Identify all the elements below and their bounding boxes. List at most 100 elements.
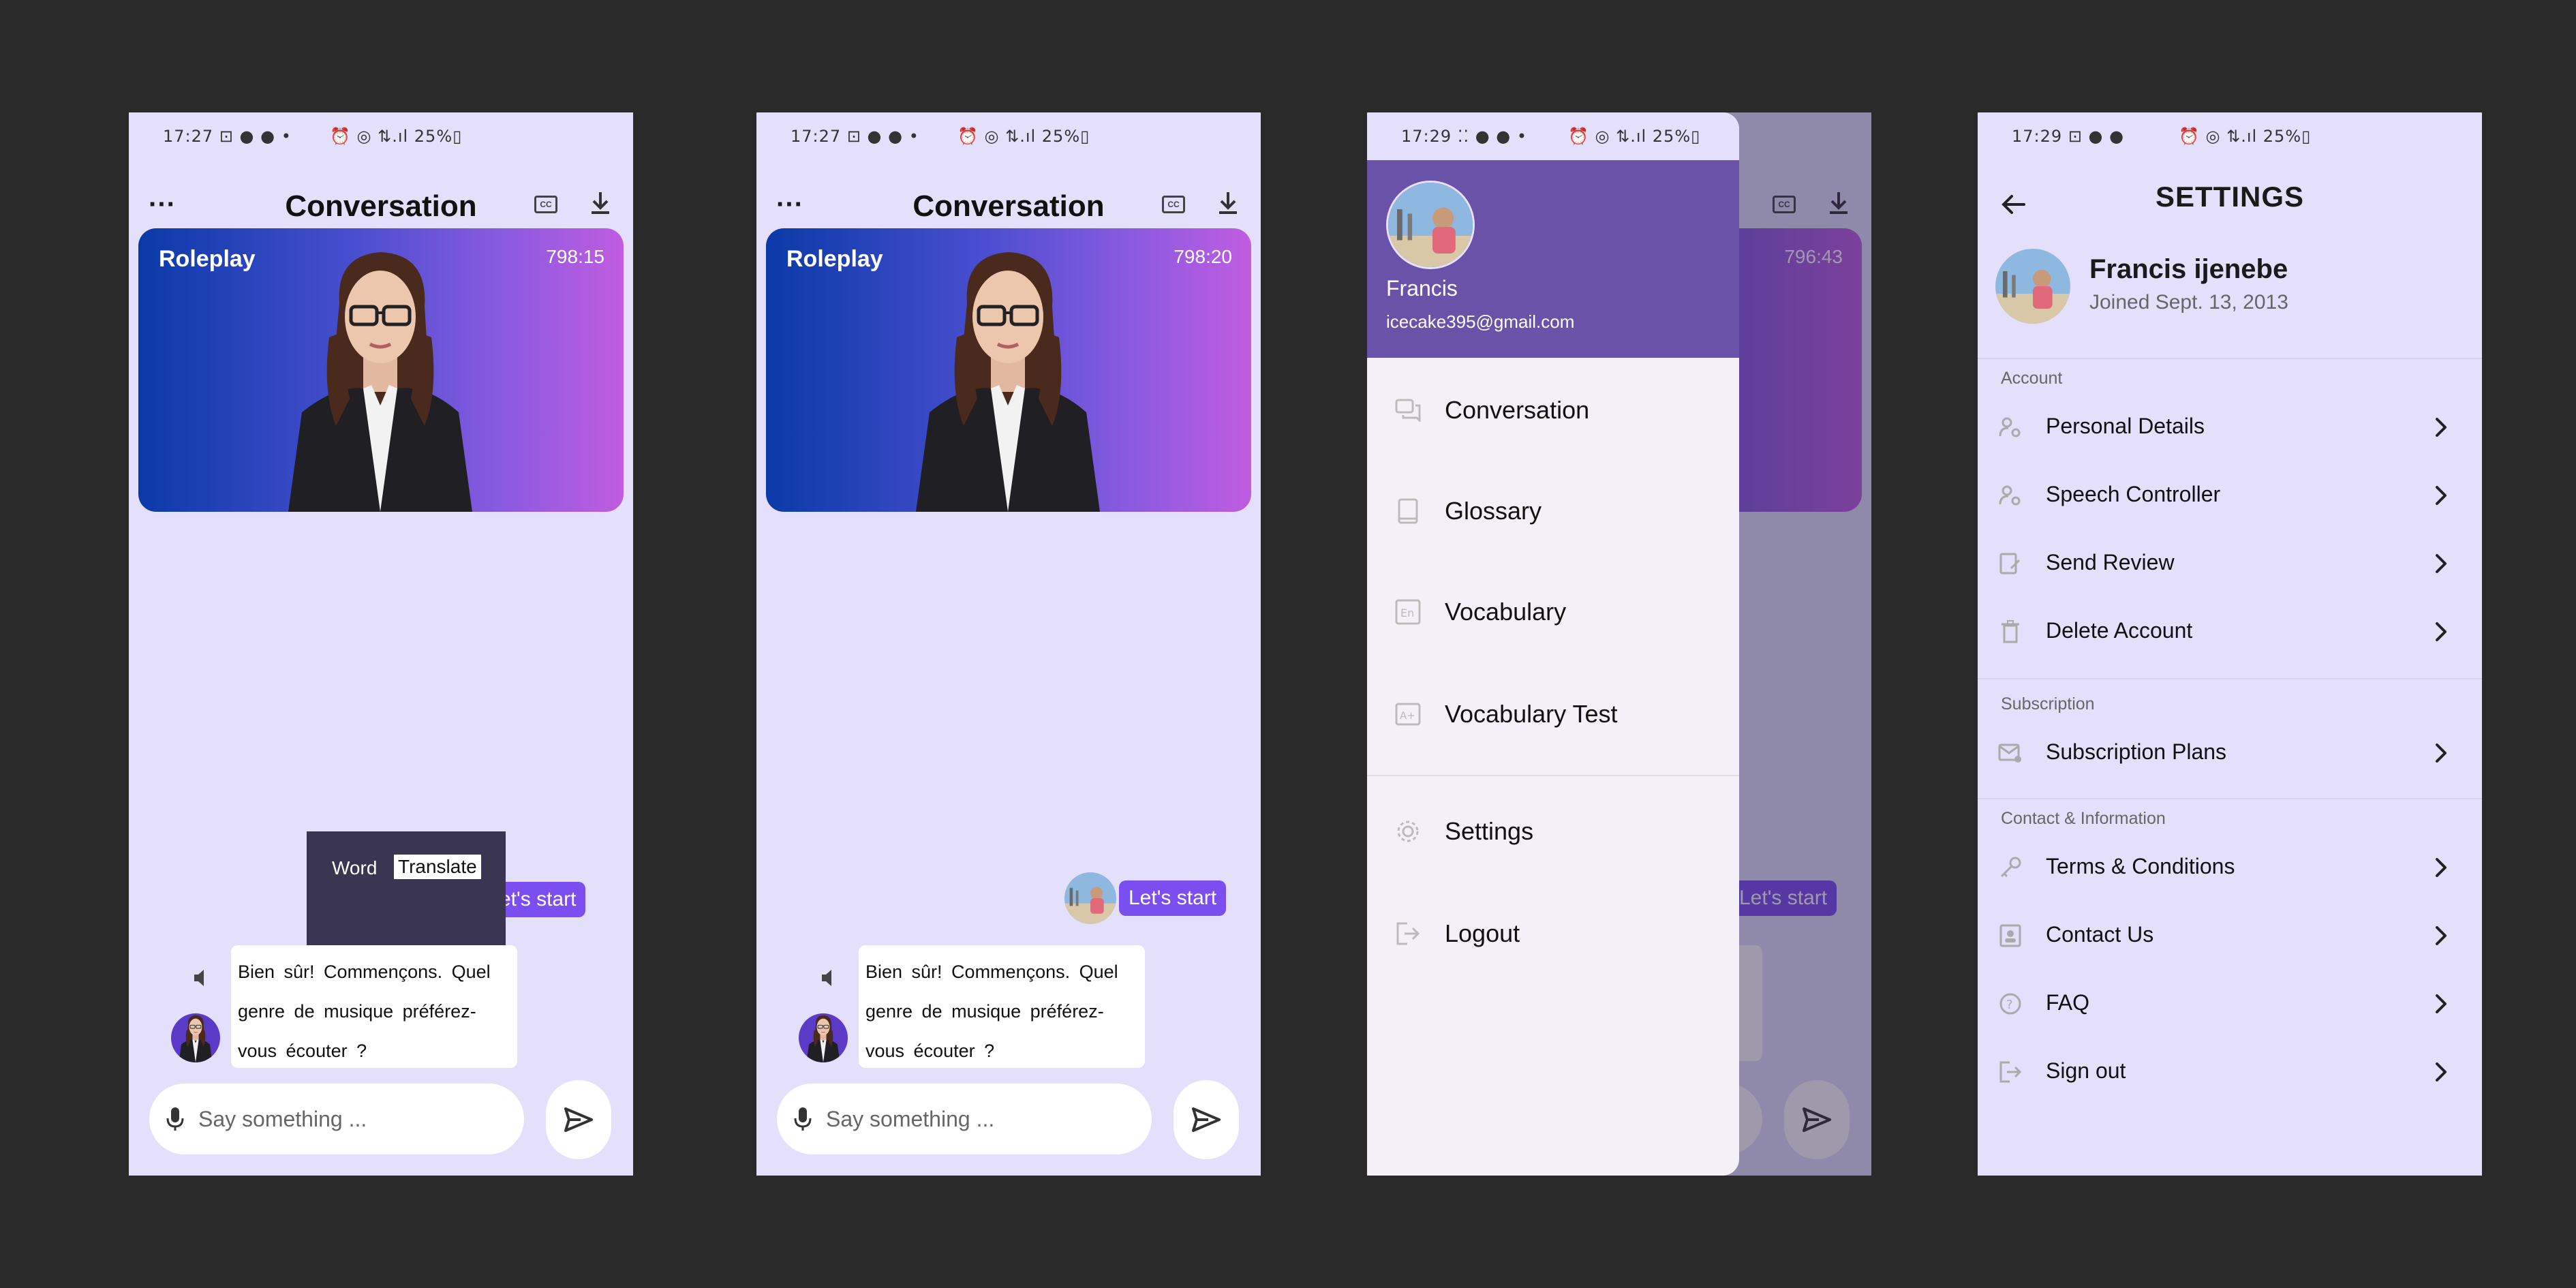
conversation-screen-with-popup: 17:27 ⊡ ● ● • ⏰ ◎ ⇅.ıl 25%▯ ··· Conversa… xyxy=(129,112,633,1176)
message-input[interactable] xyxy=(198,1106,498,1132)
user-avatar xyxy=(1064,872,1116,924)
microphone-icon[interactable] xyxy=(793,1106,812,1132)
status-time: 17:27 xyxy=(791,127,842,146)
message-input[interactable] xyxy=(826,1106,1126,1132)
settings-row-label: Sign out xyxy=(2046,1058,2126,1083)
roleplay-banner[interactable]: Roleplay 798:20 xyxy=(766,228,1251,512)
status-notification-icons: ⊡ ● ● xyxy=(2068,127,2125,146)
chevron-right-icon xyxy=(2427,482,2455,509)
settings-row-label: FAQ xyxy=(2046,990,2090,1015)
status-system-icons: ⏰ ◎ ⇅.ıl 25%▯ xyxy=(957,127,1090,146)
captions-button[interactable]: CC xyxy=(1160,191,1187,218)
settings-row-speech-controller[interactable]: Speech Controller xyxy=(1978,468,2482,523)
drawer-item-logout[interactable]: Logout xyxy=(1367,903,1739,964)
settings-row-subscription-plans[interactable]: Subscription Plans xyxy=(1978,726,2482,780)
section-divider xyxy=(1978,798,2482,799)
vocabulary-icon: En xyxy=(1394,598,1422,626)
user-avatar[interactable] xyxy=(1386,181,1475,269)
download-icon xyxy=(1219,192,1237,214)
settings-row-faq[interactable]: ? FAQ xyxy=(1978,977,2482,1031)
drawer-divider xyxy=(1367,775,1739,776)
send-icon xyxy=(564,1107,593,1132)
captions-button[interactable]: CC xyxy=(532,191,559,218)
chat-icon xyxy=(1394,397,1422,424)
drawer-user-name: Francis xyxy=(1386,276,1458,301)
section-header-account: Account xyxy=(2001,369,2063,388)
settings-row-personal-details[interactable]: Personal Details xyxy=(1978,400,2482,455)
settings-row-delete-account[interactable]: Delete Account xyxy=(1978,604,2482,659)
chevron-right-icon xyxy=(2427,618,2455,645)
roleplay-label: Roleplay xyxy=(786,246,883,272)
person-gear-icon xyxy=(1997,482,2024,509)
settings-row-label: Send Review xyxy=(2046,550,2175,574)
tutor-portrait xyxy=(902,242,1114,512)
drawer-item-conversation[interactable]: Conversation xyxy=(1367,380,1739,441)
message-input-box[interactable] xyxy=(149,1084,524,1154)
download-button[interactable] xyxy=(587,189,614,217)
key-icon xyxy=(1997,854,2024,881)
section-header-subscription: Subscription xyxy=(2001,694,2095,714)
popup-word-option[interactable]: Word xyxy=(332,857,377,879)
settings-row-contact-us[interactable]: Contact Us xyxy=(1978,908,2482,963)
settings-row-label: Contact Us xyxy=(2046,922,2154,947)
chevron-right-icon xyxy=(2427,990,2455,1017)
drawer-item-label: Logout xyxy=(1445,919,1520,947)
section-divider xyxy=(1978,678,2482,679)
status-system-icons: ⏰ ◎ ⇅.ıl 25%▯ xyxy=(1568,127,1701,146)
drawer-item-vocabulary[interactable]: En Vocabulary xyxy=(1367,581,1739,643)
word-translate-popup: Word Translate xyxy=(307,831,506,964)
user-avatar[interactable] xyxy=(1995,249,2070,324)
download-icon xyxy=(592,192,609,214)
settings-row-terms[interactable]: Terms & Conditions xyxy=(1978,840,2482,895)
status-system-icons: ⏰ ◎ ⇅.ıl 25%▯ xyxy=(330,127,463,146)
settings-row-label: Delete Account xyxy=(2046,618,2193,643)
settings-row-label: Personal Details xyxy=(2046,414,2205,438)
status-bar: 17:27 ⊡ ● ● • ⏰ ◎ ⇅.ıl 25%▯ xyxy=(129,112,633,160)
status-time: 17:29 xyxy=(1401,127,1452,146)
navigation-drawer-screen: CC 796:43 Let's start 17:29 ⁚⁚ ● ● • ⏰ ◎… xyxy=(1367,112,1871,1176)
status-bar: 17:27 ⊡ ● ● • ⏰ ◎ ⇅.ıl 25%▯ xyxy=(756,112,1261,160)
download-button[interactable] xyxy=(1214,189,1242,217)
settings-row-send-review[interactable]: Send Review xyxy=(1978,536,2482,591)
speaker-icon[interactable] xyxy=(816,964,844,992)
status-time: 17:27 xyxy=(163,127,214,146)
user-message-bubble[interactable]: Let's start xyxy=(1119,880,1227,916)
drawer-item-label: Settings xyxy=(1445,817,1534,845)
svg-text:A+: A+ xyxy=(1400,709,1415,722)
roleplay-banner[interactable]: Roleplay 798:15 xyxy=(138,228,624,512)
settings-row-label: Terms & Conditions xyxy=(2046,854,2235,878)
drawer-item-label: Conversation xyxy=(1445,396,1590,424)
chevron-right-icon xyxy=(2427,414,2455,441)
mail-settings-icon xyxy=(1997,739,2024,767)
svg-text:?: ? xyxy=(2006,998,2013,1012)
drawer-item-label: Glossary xyxy=(1445,497,1542,525)
chevron-right-icon xyxy=(2427,739,2455,767)
session-timer: 798:20 xyxy=(1174,246,1232,267)
gear-icon xyxy=(1394,818,1422,845)
send-button[interactable] xyxy=(546,1080,611,1159)
speaker-icon[interactable] xyxy=(189,964,216,992)
drawer-header: Francis icecake395@gmail.com xyxy=(1367,160,1739,358)
popup-translate-option[interactable]: Translate xyxy=(394,855,481,879)
review-icon xyxy=(1997,550,2024,577)
status-bar: 17:29 ⁚⁚ ● ● • ⏰ ◎ ⇅.ıl 25%▯ xyxy=(1367,112,1739,160)
roleplay-label: Roleplay xyxy=(159,246,256,272)
status-notification-icons: ⁚⁚ ● ● • xyxy=(1457,127,1527,146)
tutor-avatar xyxy=(799,1013,848,1062)
drawer-item-settings[interactable]: Settings xyxy=(1367,801,1739,862)
section-header-contact: Contact & Information xyxy=(2001,809,2166,828)
logout-icon xyxy=(1997,1058,2024,1086)
drawer-item-glossary[interactable]: Glossary xyxy=(1367,480,1739,542)
bot-message-bubble[interactable]: Bien sûr! Commençons. Quel genre de musi… xyxy=(859,945,1145,1068)
send-button[interactable] xyxy=(1174,1080,1239,1159)
chevron-right-icon xyxy=(2427,854,2455,881)
bot-message-bubble[interactable]: Bien sûr! Commençons. Quel genre de musi… xyxy=(231,945,517,1068)
settings-row-sign-out[interactable]: Sign out xyxy=(1978,1045,2482,1099)
captions-icon: CC xyxy=(1162,196,1185,213)
settings-row-label: Speech Controller xyxy=(2046,482,2221,506)
drawer-item-label: Vocabulary xyxy=(1445,598,1567,626)
tutor-portrait xyxy=(275,242,486,512)
drawer-item-vocabulary-test[interactable]: A+ Vocabulary Test xyxy=(1367,684,1739,745)
message-input-box[interactable] xyxy=(777,1084,1152,1154)
microphone-icon[interactable] xyxy=(166,1106,185,1132)
